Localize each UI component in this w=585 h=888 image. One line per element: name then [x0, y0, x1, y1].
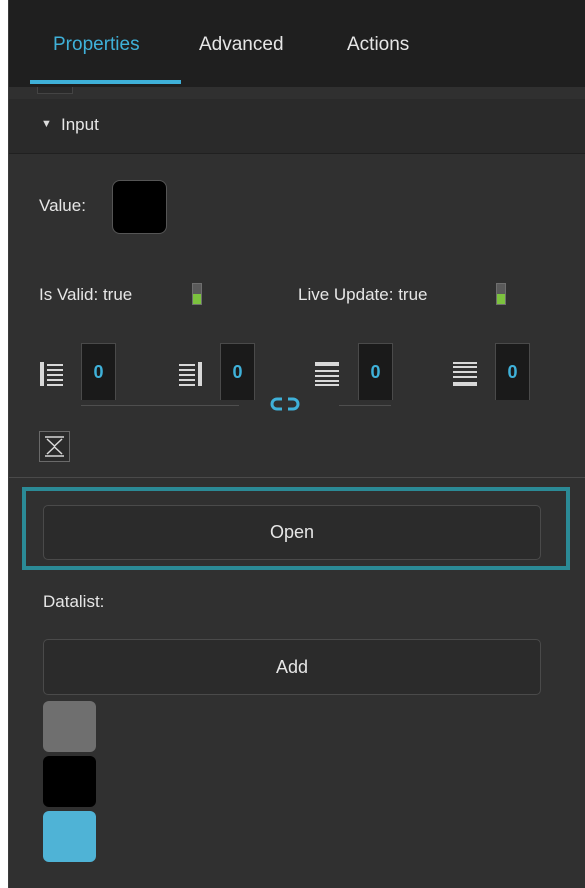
section-header-input[interactable]: ▼ Input	[9, 99, 585, 154]
inspector-panel: Properties Advanced Actions ▼ Input Valu…	[8, 0, 585, 888]
tab-advanced[interactable]: Advanced	[199, 32, 284, 58]
padding-top-input[interactable]: 0	[358, 343, 393, 400]
live-update-value: true	[398, 285, 428, 304]
tab-properties[interactable]: Properties	[53, 32, 140, 58]
padding-link-line-left	[81, 405, 239, 406]
datalist-label: Datalist:	[43, 592, 105, 611]
padding-left-icon	[40, 362, 63, 386]
active-tab-indicator	[30, 80, 181, 84]
value-label: Value:	[39, 196, 86, 215]
live-update-toggle[interactable]	[496, 283, 506, 305]
tab-actions[interactable]: Actions	[347, 32, 409, 58]
padding-link-line-right	[339, 405, 391, 406]
padding-bottom-input[interactable]: 0	[495, 343, 530, 400]
datalist-swatch-gray[interactable]	[43, 701, 96, 752]
is-valid-label: Is Valid: true	[39, 285, 133, 304]
expand-triangle-icon: ▼	[41, 118, 52, 130]
padding-top-icon	[315, 362, 339, 386]
add-button[interactable]: Add	[43, 639, 541, 695]
tab-bar: Properties Advanced Actions	[9, 0, 585, 87]
value-color-swatch[interactable]	[112, 180, 167, 234]
padding-bottom-icon	[453, 362, 477, 386]
section-title: Input	[61, 115, 99, 134]
section-divider	[9, 477, 585, 478]
padding-right-icon	[179, 362, 202, 386]
live-update-label: Live Update: true	[298, 285, 428, 304]
datalist-swatch-blue[interactable]	[43, 811, 96, 862]
padding-right-input[interactable]: 0	[220, 343, 255, 400]
collapse-icon[interactable]	[39, 431, 70, 462]
is-valid-toggle[interactable]	[192, 283, 202, 305]
padding-left-input[interactable]: 0	[81, 343, 116, 400]
scroll-handle[interactable]	[37, 87, 73, 94]
open-button[interactable]: Open	[43, 505, 541, 560]
is-valid-value: true	[102, 285, 133, 304]
datalist-swatch-black[interactable]	[43, 756, 96, 807]
link-icon[interactable]	[270, 395, 300, 415]
